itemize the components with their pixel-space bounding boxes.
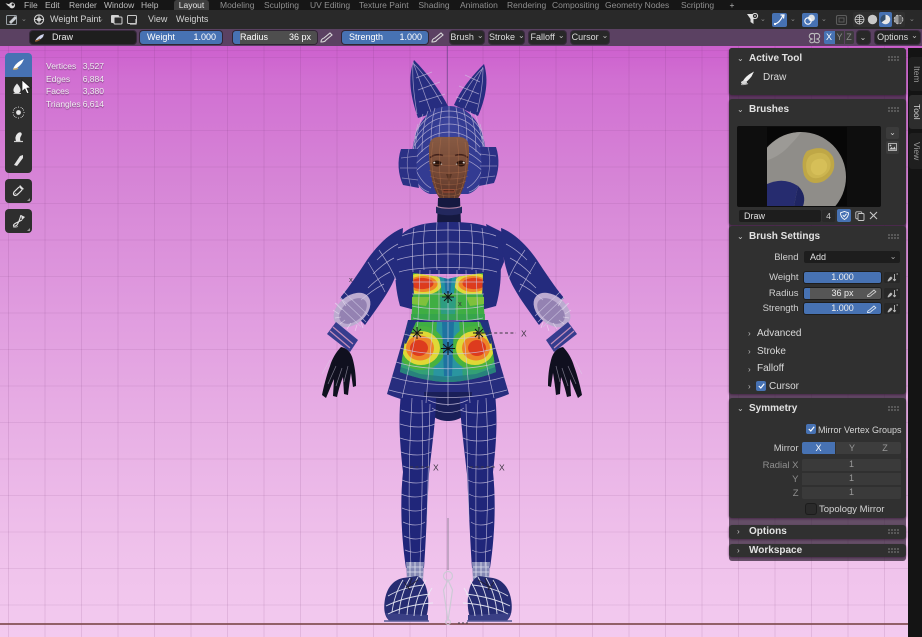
svg-text:X: X: [499, 463, 505, 473]
svg-text:x: x: [458, 299, 462, 308]
svg-text:X: X: [521, 329, 527, 339]
svg-text:x: x: [349, 275, 353, 284]
svg-text:X: X: [433, 463, 439, 473]
